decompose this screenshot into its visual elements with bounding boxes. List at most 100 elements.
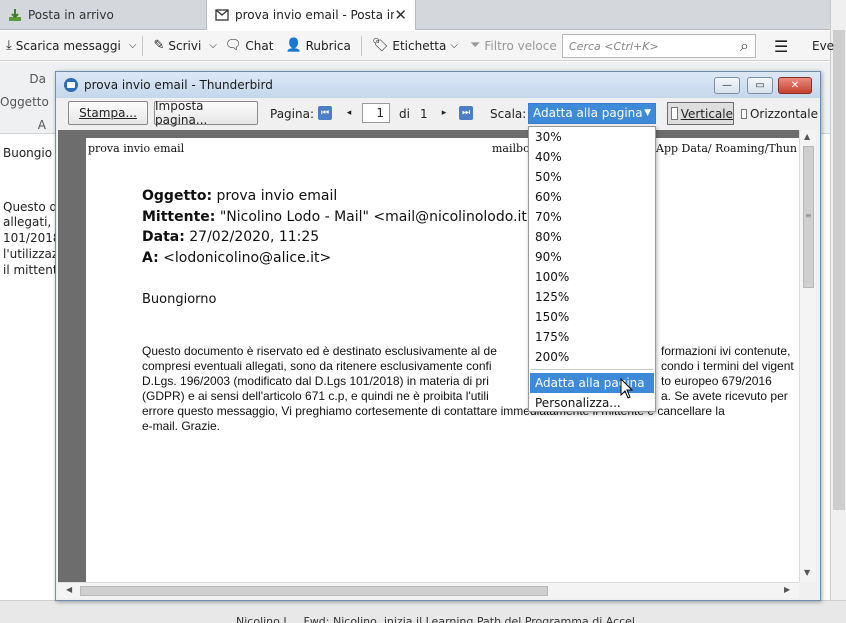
scroll-down-icon[interactable]: ▼: [804, 568, 810, 577]
greeting: Buongiorno: [142, 292, 217, 307]
print-preview-toolbar: Stampa... Imposta pagina... Pagina: ⏮ ◂ …: [56, 98, 820, 130]
scale-option[interactable]: 40%: [530, 147, 654, 167]
date-value: 27/02/2020, 11:25: [184, 229, 320, 245]
message-body-line: l'utilizzaz: [3, 247, 55, 261]
address-book-button[interactable]: 👤 Rubrica: [279, 33, 356, 59]
body-line: compresi eventuali allegati, sono da rit…: [142, 359, 492, 373]
print-button[interactable]: Stampa...: [68, 101, 148, 125]
search-input[interactable]: Cerca <Ctrl+K> ⌕: [562, 34, 756, 58]
search-icon[interactable]: ⌕: [740, 36, 749, 56]
date-label: Data:: [142, 229, 185, 245]
events-label[interactable]: Eve: [812, 39, 834, 53]
scale-select-value: Adatta alla pagina: [533, 106, 643, 120]
tab-inbox[interactable]: Posta in arrivo: [0, 0, 205, 30]
scale-option[interactable]: 50%: [530, 167, 654, 187]
preview-vertical-scrollbar[interactable]: ▲ ≡ ▼: [799, 130, 816, 582]
scrollbar-thumb[interactable]: [80, 586, 548, 596]
body-line-end: a. Se avete ricevuto per: [661, 389, 788, 403]
status-text: Nicolino L... Fwd: Nicolino, inizia il L…: [236, 615, 646, 623]
thunderbird-icon: [64, 78, 78, 92]
body-line-end: to europeo 679/2016: [661, 374, 772, 388]
scrollbar-thumb[interactable]: [833, 30, 845, 510]
message-body-line: 101/2018: [3, 231, 55, 245]
scale-dropdown-list: 30% 40% 50% 60% 70% 80% 90% 100% 125% 15…: [528, 126, 656, 412]
tab-label: prova invio email - Posta in: [235, 8, 395, 22]
to-line: A: <lodonicolino@alice.it>: [142, 250, 331, 266]
to-label: A: [37, 118, 46, 132]
landscape-button[interactable]: Orizzontale: [738, 102, 818, 125]
to-value: <lodonicolino@alice.it>: [158, 250, 332, 266]
previous-page-icon[interactable]: ◂: [342, 106, 356, 120]
close-icon[interactable]: ✕: [394, 6, 407, 24]
search-placeholder: Cerca <Ctrl+K>: [569, 39, 659, 53]
scale-option-custom[interactable]: Personalizza...: [530, 393, 654, 413]
page-of-label: di: [399, 107, 410, 121]
get-messages-button[interactable]: ⤓ Scarica messaggi: [0, 33, 127, 59]
write-label: Scrivi: [168, 38, 202, 53]
write-button[interactable]: ✎ Scrivi: [147, 33, 207, 59]
page-setup-label: Imposta pagina...: [155, 99, 208, 127]
portrait-page-icon: [671, 107, 678, 120]
scale-option[interactable]: 100%: [530, 267, 654, 287]
scale-select[interactable]: Adatta alla pagina ▼: [528, 103, 656, 124]
subject-label: Oggetto:: [142, 188, 213, 204]
portrait-button[interactable]: Verticale: [667, 102, 734, 125]
tab-message[interactable]: prova invio email - Posta in ✕: [206, 0, 416, 30]
page-setup-button[interactable]: Imposta pagina...: [154, 99, 258, 127]
scroll-left-icon[interactable]: ◀: [66, 585, 72, 594]
envelope-icon: [215, 8, 229, 22]
subject-line: Oggetto: prova invio email: [142, 188, 337, 204]
scale-option[interactable]: 150%: [530, 307, 654, 327]
scale-option[interactable]: 60%: [530, 187, 654, 207]
main-vertical-scrollbar[interactable]: [830, 0, 846, 610]
pencil-icon: ✎: [153, 38, 165, 53]
body-line: e-mail. Grazie.: [142, 419, 221, 433]
body-line: (GDPR) e ai sensi dell'articolo 671 c.p,…: [142, 389, 489, 403]
chat-button[interactable]: 🗨 Chat: [219, 33, 280, 59]
scale-option[interactable]: 200%: [530, 347, 654, 367]
address-book-label: Rubrica: [305, 38, 351, 53]
message-body-line: allegati, s: [3, 215, 55, 229]
scale-option[interactable]: 70%: [530, 207, 654, 227]
scale-option[interactable]: 30%: [530, 127, 654, 147]
message-body-line: il mittent: [3, 263, 55, 277]
page-number-input[interactable]: 1: [362, 103, 390, 123]
scroll-up-icon[interactable]: ▲: [804, 132, 810, 141]
scroll-right-icon[interactable]: ▶: [784, 585, 790, 594]
print-button-label: Stampa...: [79, 106, 137, 120]
from-value: "Nicolino Lodo - Mail" <mail@nicolinolod…: [215, 209, 539, 225]
body-line-end: formazioni ivi contenute,: [661, 344, 791, 358]
scale-option[interactable]: 90%: [530, 247, 654, 267]
preview-canvas[interactable]: prova invio email mailbo App Data/ Roami…: [58, 130, 799, 582]
first-page-icon[interactable]: ⏮: [318, 106, 332, 120]
toolbar-separator: [142, 35, 144, 56]
tab-label: Posta in arrivo: [28, 8, 114, 22]
date-line: Data: 27/02/2020, 11:25: [142, 229, 319, 245]
scale-option[interactable]: 175%: [530, 327, 654, 347]
next-page-icon[interactable]: ▸: [437, 106, 451, 120]
get-messages-label: Scarica messaggi: [15, 38, 121, 53]
chevron-down-icon[interactable]: ⌵: [127, 40, 139, 51]
subject-label: Oggetto: [0, 95, 49, 109]
scale-option[interactable]: 80%: [530, 227, 654, 247]
preview-horizontal-scrollbar[interactable]: ◀ ▶: [58, 582, 799, 598]
close-button[interactable]: ✕: [778, 77, 812, 94]
window-titlebar[interactable]: prova invio email - Thunderbird: [56, 72, 820, 98]
maximize-button[interactable]: ▭: [747, 77, 773, 94]
window-title: prova invio email - Thunderbird: [84, 78, 273, 92]
tag-icon: 🏷: [371, 38, 389, 53]
chevron-down-icon: ▼: [644, 108, 651, 118]
body-line-end: condo i termini del vigent: [661, 359, 794, 373]
mouse-pointer-icon: [620, 378, 634, 399]
scale-option[interactable]: 125%: [530, 287, 654, 307]
tag-button[interactable]: 🏷 Etichetta ⌵: [366, 33, 464, 59]
chevron-down-icon[interactable]: ⌵: [207, 40, 219, 51]
quick-filter-label: Filtro veloce: [484, 38, 557, 53]
body-line: D.Lgs. 196/2003 (modificato dal D.Lgs 10…: [142, 374, 489, 388]
minimize-button[interactable]: —: [714, 77, 740, 94]
from-label: Mittente:: [142, 209, 216, 225]
quick-filter-button[interactable]: ⏷ Filtro veloce: [464, 33, 563, 59]
scale-option-fit-page[interactable]: Adatta alla pagina: [530, 373, 654, 393]
hamburger-menu-icon[interactable]: ☰: [774, 37, 788, 56]
last-page-icon[interactable]: ⏭: [459, 106, 473, 120]
